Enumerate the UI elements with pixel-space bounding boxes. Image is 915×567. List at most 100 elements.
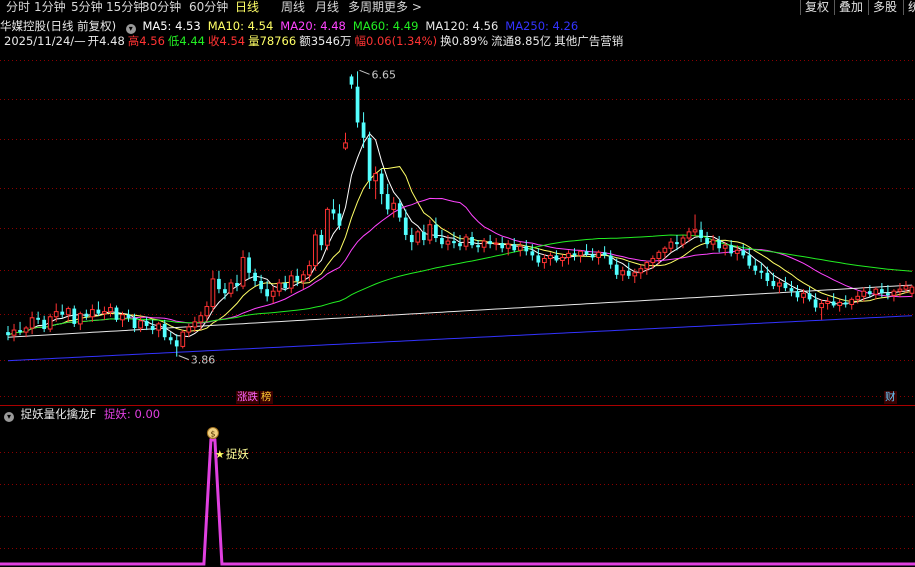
- candle-body: [192, 321, 198, 328]
- candle-body: [903, 285, 909, 290]
- candle-body: [156, 323, 162, 331]
- candle-body: [77, 313, 83, 325]
- candle-body: [6, 332, 10, 336]
- candle-body: [240, 256, 246, 287]
- candle-body: [349, 76, 354, 85]
- candle-body: [90, 309, 95, 318]
- candle-body: [886, 293, 890, 296]
- ma10-line: [7, 166, 913, 336]
- candle-body: [300, 274, 306, 282]
- candle-body: [247, 257, 251, 273]
- candle-body: [831, 301, 836, 306]
- candle-body: [355, 86, 360, 123]
- candle-body: [361, 122, 366, 138]
- ma120-line: [7, 284, 913, 338]
- candle-body: [825, 300, 830, 304]
- candle-body: [656, 251, 662, 259]
- candle-body: [186, 326, 192, 333]
- candle-body: [162, 323, 167, 338]
- candle-body: [879, 289, 884, 294]
- candle-body: [463, 236, 469, 247]
- candle-body: [512, 244, 517, 251]
- candle-body: [765, 272, 770, 281]
- candle-body: [614, 264, 619, 275]
- candle-body: [415, 231, 421, 243]
- candle-body: [84, 313, 89, 317]
- candle-body: [620, 270, 626, 276]
- candle-body: [476, 245, 480, 248]
- candle-body: [96, 309, 101, 314]
- candle-body: [265, 289, 270, 297]
- candle-body: [855, 295, 861, 300]
- candle-body: [680, 237, 686, 245]
- candle-body: [306, 265, 312, 276]
- candle-body: [144, 320, 149, 326]
- candle-body: [434, 224, 438, 239]
- signal-label: 捉妖: [226, 447, 249, 461]
- candle-body: [590, 254, 595, 258]
- indicator-settings-icon[interactable]: ▾: [4, 412, 14, 422]
- candle-body: [367, 137, 372, 181]
- candle-body: [542, 257, 547, 264]
- candle-body: [626, 270, 631, 276]
- chart-canvas: 6.65 3.86 $★ 捉妖: [0, 60, 915, 566]
- candle-body: [843, 302, 848, 305]
- candle-body: [11, 329, 17, 336]
- indicator-name: 捉妖量化擒龙F: [20, 407, 97, 421]
- candle-body: [493, 242, 499, 245]
- candle-body: [632, 272, 638, 277]
- candle-body: [705, 238, 709, 245]
- candle-body: [385, 194, 390, 210]
- candle-body: [403, 217, 408, 235]
- ma250-line: [7, 315, 913, 362]
- candle-body: [807, 293, 812, 300]
- candle-body: [596, 251, 601, 258]
- candle-body: [891, 290, 897, 296]
- candle-body: [789, 288, 794, 292]
- candle-body: [174, 340, 179, 347]
- candle-body: [180, 331, 186, 347]
- candle-body: [373, 173, 378, 182]
- candle-body: [572, 253, 577, 256]
- candle-body: [578, 250, 583, 256]
- candle-body: [397, 203, 402, 218]
- candle-body: [114, 307, 119, 320]
- candle-body: [319, 234, 324, 246]
- candle-body: [259, 280, 263, 290]
- candle-body: [235, 283, 239, 287]
- money-bag-icon-glyph: $: [210, 430, 215, 439]
- candle-body: [536, 255, 541, 263]
- candle-body: [295, 275, 300, 281]
- candle-body: [391, 202, 397, 210]
- candle-body: [343, 142, 348, 149]
- candle-body: [734, 249, 740, 254]
- candle-body: [741, 250, 746, 256]
- price-annotation: 6.65: [372, 68, 397, 81]
- candle-body: [488, 241, 493, 245]
- candle-body: [270, 290, 276, 297]
- candle-body: [379, 173, 384, 195]
- candle-body: [909, 286, 915, 294]
- signal-star-icon: ★: [215, 448, 225, 461]
- candle-body: [65, 308, 71, 316]
- candle-body: [470, 236, 474, 246]
- candle-body: [120, 314, 125, 321]
- candle-body: [873, 288, 879, 295]
- candle-body: [819, 302, 824, 309]
- candle-body: [210, 278, 216, 308]
- candle-body: [337, 213, 342, 226]
- candle-body: [36, 317, 41, 320]
- badge-0[interactable]: 涨跌: [236, 391, 259, 404]
- candle-body: [771, 280, 776, 287]
- candle-body: [168, 337, 173, 341]
- candle-body: [138, 320, 143, 329]
- candle-body: [675, 242, 679, 245]
- candle-body: [722, 244, 728, 249]
- candle-body: [554, 255, 559, 261]
- badge-2[interactable]: 财: [884, 391, 897, 404]
- candle-body: [23, 327, 29, 333]
- candle-body: [445, 240, 451, 245]
- price-annotation-pointer: [178, 355, 189, 361]
- badge-1[interactable]: 榜: [260, 391, 273, 404]
- candle-body: [566, 252, 571, 258]
